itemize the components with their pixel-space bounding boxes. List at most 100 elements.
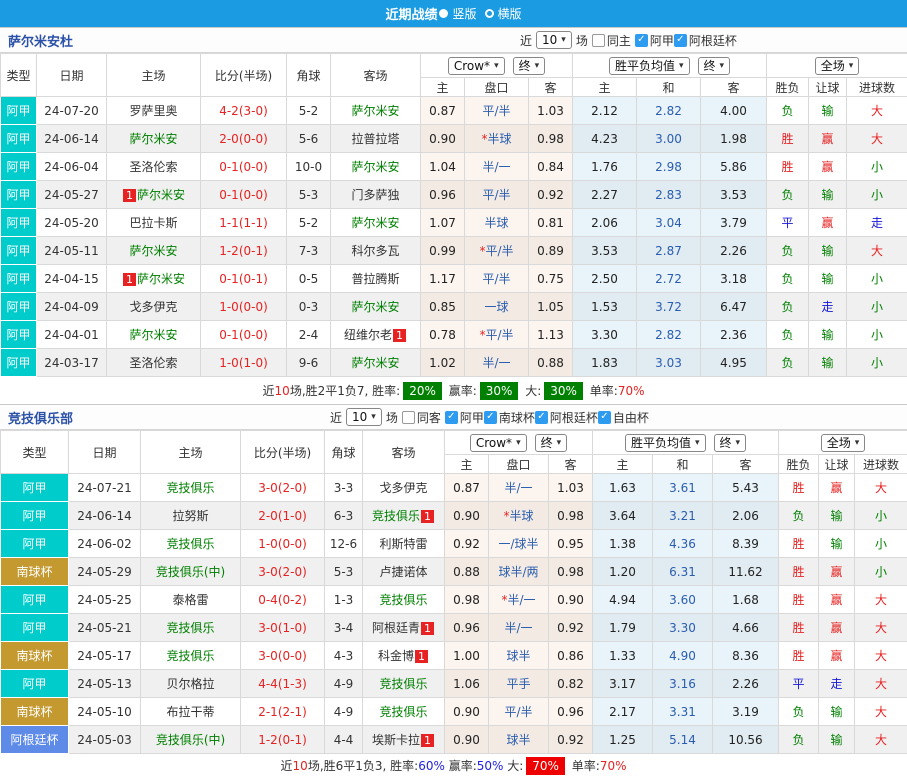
euro-home-odds-cell: 2.06 bbox=[573, 209, 637, 237]
away-team-name: 科尔多瓦 bbox=[351, 244, 399, 258]
league-cell: 阿甲 bbox=[1, 321, 37, 349]
euro-draw-value: 3.61 bbox=[669, 481, 696, 495]
home-team-name: 圣洛伦索 bbox=[129, 160, 177, 174]
odds-company-select[interactable]: Crow* ▾ bbox=[448, 57, 505, 75]
summary-part: 大: bbox=[521, 382, 541, 399]
goals-result-cell-value: 小 bbox=[871, 272, 883, 286]
home-team-name: 竞技俱乐 bbox=[166, 481, 214, 495]
team2-matches-table: 类型 日期 主场 比分(半场) 角球 客场 Crow* ▾ 终 ▾ bbox=[0, 430, 907, 754]
home-team-cell: 贝尔格拉 bbox=[141, 670, 241, 698]
match-row: 南球杯24-05-10布拉干蒂2-1(2-1)4-9竞技俱乐0.90平/半0.9… bbox=[1, 698, 907, 726]
league-checkbox-南球杯[interactable]: ✓南球杯 bbox=[484, 409, 535, 426]
col-type: 类型 bbox=[1, 54, 37, 97]
score-cell: 1-2(0-1) bbox=[241, 726, 325, 754]
odds-company-select[interactable]: Crow* ▾ bbox=[470, 434, 527, 452]
odds-time-select[interactable]: 终 ▾ bbox=[535, 434, 568, 452]
wdl-result-cell-value: 平 bbox=[782, 216, 794, 230]
league-checkbox-阿甲[interactable]: ✓阿甲 bbox=[445, 409, 484, 426]
handicap-result-cell-value: 输 bbox=[822, 104, 834, 118]
euro-draw-value: 3.03 bbox=[655, 356, 682, 370]
handicap-away-odds-cell: 1.03 bbox=[529, 97, 573, 125]
col-home: 主场 bbox=[107, 54, 201, 97]
same-home-checkbox[interactable]: 同主 bbox=[592, 32, 631, 49]
away-team-cell: 埃斯卡拉1 bbox=[363, 726, 445, 754]
goals-result-cell-value: 走 bbox=[871, 216, 883, 230]
red-card-badge: 1 bbox=[421, 734, 434, 747]
layout-radio-vertical[interactable]: 竖版 bbox=[439, 5, 476, 22]
match-count-select[interactable]: 10 ▾ bbox=[346, 408, 382, 426]
euro-away-odds-cell: 5.86 bbox=[701, 153, 767, 181]
away-team-cell: 竞技俱乐 bbox=[363, 586, 445, 614]
league-checkbox-阿根廷杯[interactable]: ✓阿根廷杯 bbox=[674, 32, 737, 49]
col-ah-home: 主 bbox=[421, 78, 465, 97]
handicap-line-cell: *半球 bbox=[465, 125, 529, 153]
score-cell: 2-0(1-0) bbox=[241, 502, 325, 530]
handicap-line-cell: *半/一 bbox=[489, 586, 549, 614]
away-team-name: 竞技俱乐 bbox=[379, 677, 427, 691]
euro-home-odds-cell: 1.83 bbox=[573, 349, 637, 377]
away-team-cell: 阿根廷青1 bbox=[363, 614, 445, 642]
wdl-result-cell-value: 胜 bbox=[793, 593, 805, 607]
euro-away-odds-cell: 8.36 bbox=[713, 642, 779, 670]
scope-select[interactable]: 全场 ▾ bbox=[821, 434, 866, 452]
away-team-cell: 萨尔米安 bbox=[331, 293, 421, 321]
scope-select[interactable]: 全场 ▾ bbox=[815, 57, 860, 75]
col-ah-away: 客 bbox=[529, 78, 573, 97]
league-checkbox-自由杯[interactable]: ✓自由杯 bbox=[598, 409, 649, 426]
euro-metric-value: 胜平负均值 bbox=[631, 434, 691, 451]
score-value: 0-4(0-2) bbox=[258, 593, 307, 607]
handicap-line-value: 平/半 bbox=[504, 705, 532, 719]
col-goals: 进球数 bbox=[855, 455, 907, 474]
odds-time-select[interactable]: 终 ▾ bbox=[513, 57, 546, 75]
euro-draw-value: 3.00 bbox=[655, 132, 682, 146]
chevron-down-icon: ▾ bbox=[720, 61, 725, 71]
euro-time-select[interactable]: 终 ▾ bbox=[714, 434, 747, 452]
euro-home-odds-cell: 2.27 bbox=[573, 181, 637, 209]
euro-draw-odds-cell: 2.72 bbox=[637, 265, 701, 293]
away-team-name: 普拉腾斯 bbox=[351, 272, 399, 286]
handicap-result-cell: 走 bbox=[809, 293, 847, 321]
home-team-name: 巴拉卡斯 bbox=[129, 216, 177, 230]
euro-draw-value: 2.82 bbox=[655, 104, 682, 118]
summary-part: 近 bbox=[263, 382, 275, 399]
league-checkbox-阿甲[interactable]: ✓阿甲 bbox=[635, 32, 674, 49]
league-cell: 阿甲 bbox=[1, 209, 37, 237]
score-cell: 0-1(0-0) bbox=[201, 181, 287, 209]
away-team-name: 科金博 bbox=[378, 649, 414, 663]
away-team-cell: 萨尔米安 bbox=[331, 349, 421, 377]
same-away-checkbox[interactable]: 同客 bbox=[402, 409, 441, 426]
euro-metric-select[interactable]: 胜平负均值 ▾ bbox=[625, 434, 706, 452]
league-checkbox-label: 南球杯 bbox=[499, 409, 535, 426]
wdl-result-cell: 负 bbox=[767, 293, 809, 321]
summary-part: 场,胜2平1负7, 胜率: bbox=[290, 382, 400, 399]
unit-label: 场 bbox=[386, 409, 398, 426]
handicap-home-odds-cell: 0.78 bbox=[421, 321, 465, 349]
score-cell: 1-0(0-0) bbox=[241, 530, 325, 558]
away-team-name: 萨尔米安 bbox=[351, 160, 399, 174]
match-count-select[interactable]: 10 ▾ bbox=[536, 31, 572, 49]
handicap-line-value: 半/一 bbox=[482, 356, 510, 370]
handicap-away-odds-cell: 0.81 bbox=[529, 209, 573, 237]
layout-radio-horizontal[interactable]: 横版 bbox=[485, 5, 522, 22]
league-checkbox-阿根廷杯[interactable]: ✓阿根廷杯 bbox=[535, 409, 598, 426]
team1-filters: 近 10 ▾ 场 同主 ✓阿甲✓阿根廷杯 bbox=[520, 31, 737, 49]
home-team-name: 萨尔米安 bbox=[129, 132, 177, 146]
home-team-cell: 巴拉卡斯 bbox=[107, 209, 201, 237]
date-cell: 24-04-09 bbox=[37, 293, 107, 321]
corner-cell: 5-3 bbox=[325, 558, 363, 586]
euro-time-value: 终 bbox=[720, 434, 732, 451]
euro-home-odds-cell: 4.23 bbox=[573, 125, 637, 153]
home-team-name: 萨尔米安 bbox=[137, 188, 185, 202]
wdl-result-cell-value: 负 bbox=[782, 328, 794, 342]
euro-metric-select[interactable]: 胜平负均值 ▾ bbox=[609, 57, 690, 75]
goals-result-cell: 大 bbox=[855, 474, 907, 502]
score-value: 3-0(2-0) bbox=[258, 565, 307, 579]
euro-time-select[interactable]: 终 ▾ bbox=[698, 57, 731, 75]
home-team-cell: 竞技俱乐(中) bbox=[141, 558, 241, 586]
home-team-cell: 萨尔米安 bbox=[107, 237, 201, 265]
euro-away-odds-cell: 8.39 bbox=[713, 530, 779, 558]
score-value: 2-1(2-1) bbox=[258, 705, 307, 719]
wdl-result-cell: 负 bbox=[767, 321, 809, 349]
away-team-cell: 萨尔米安 bbox=[331, 209, 421, 237]
summary-part: 20% bbox=[403, 382, 442, 400]
